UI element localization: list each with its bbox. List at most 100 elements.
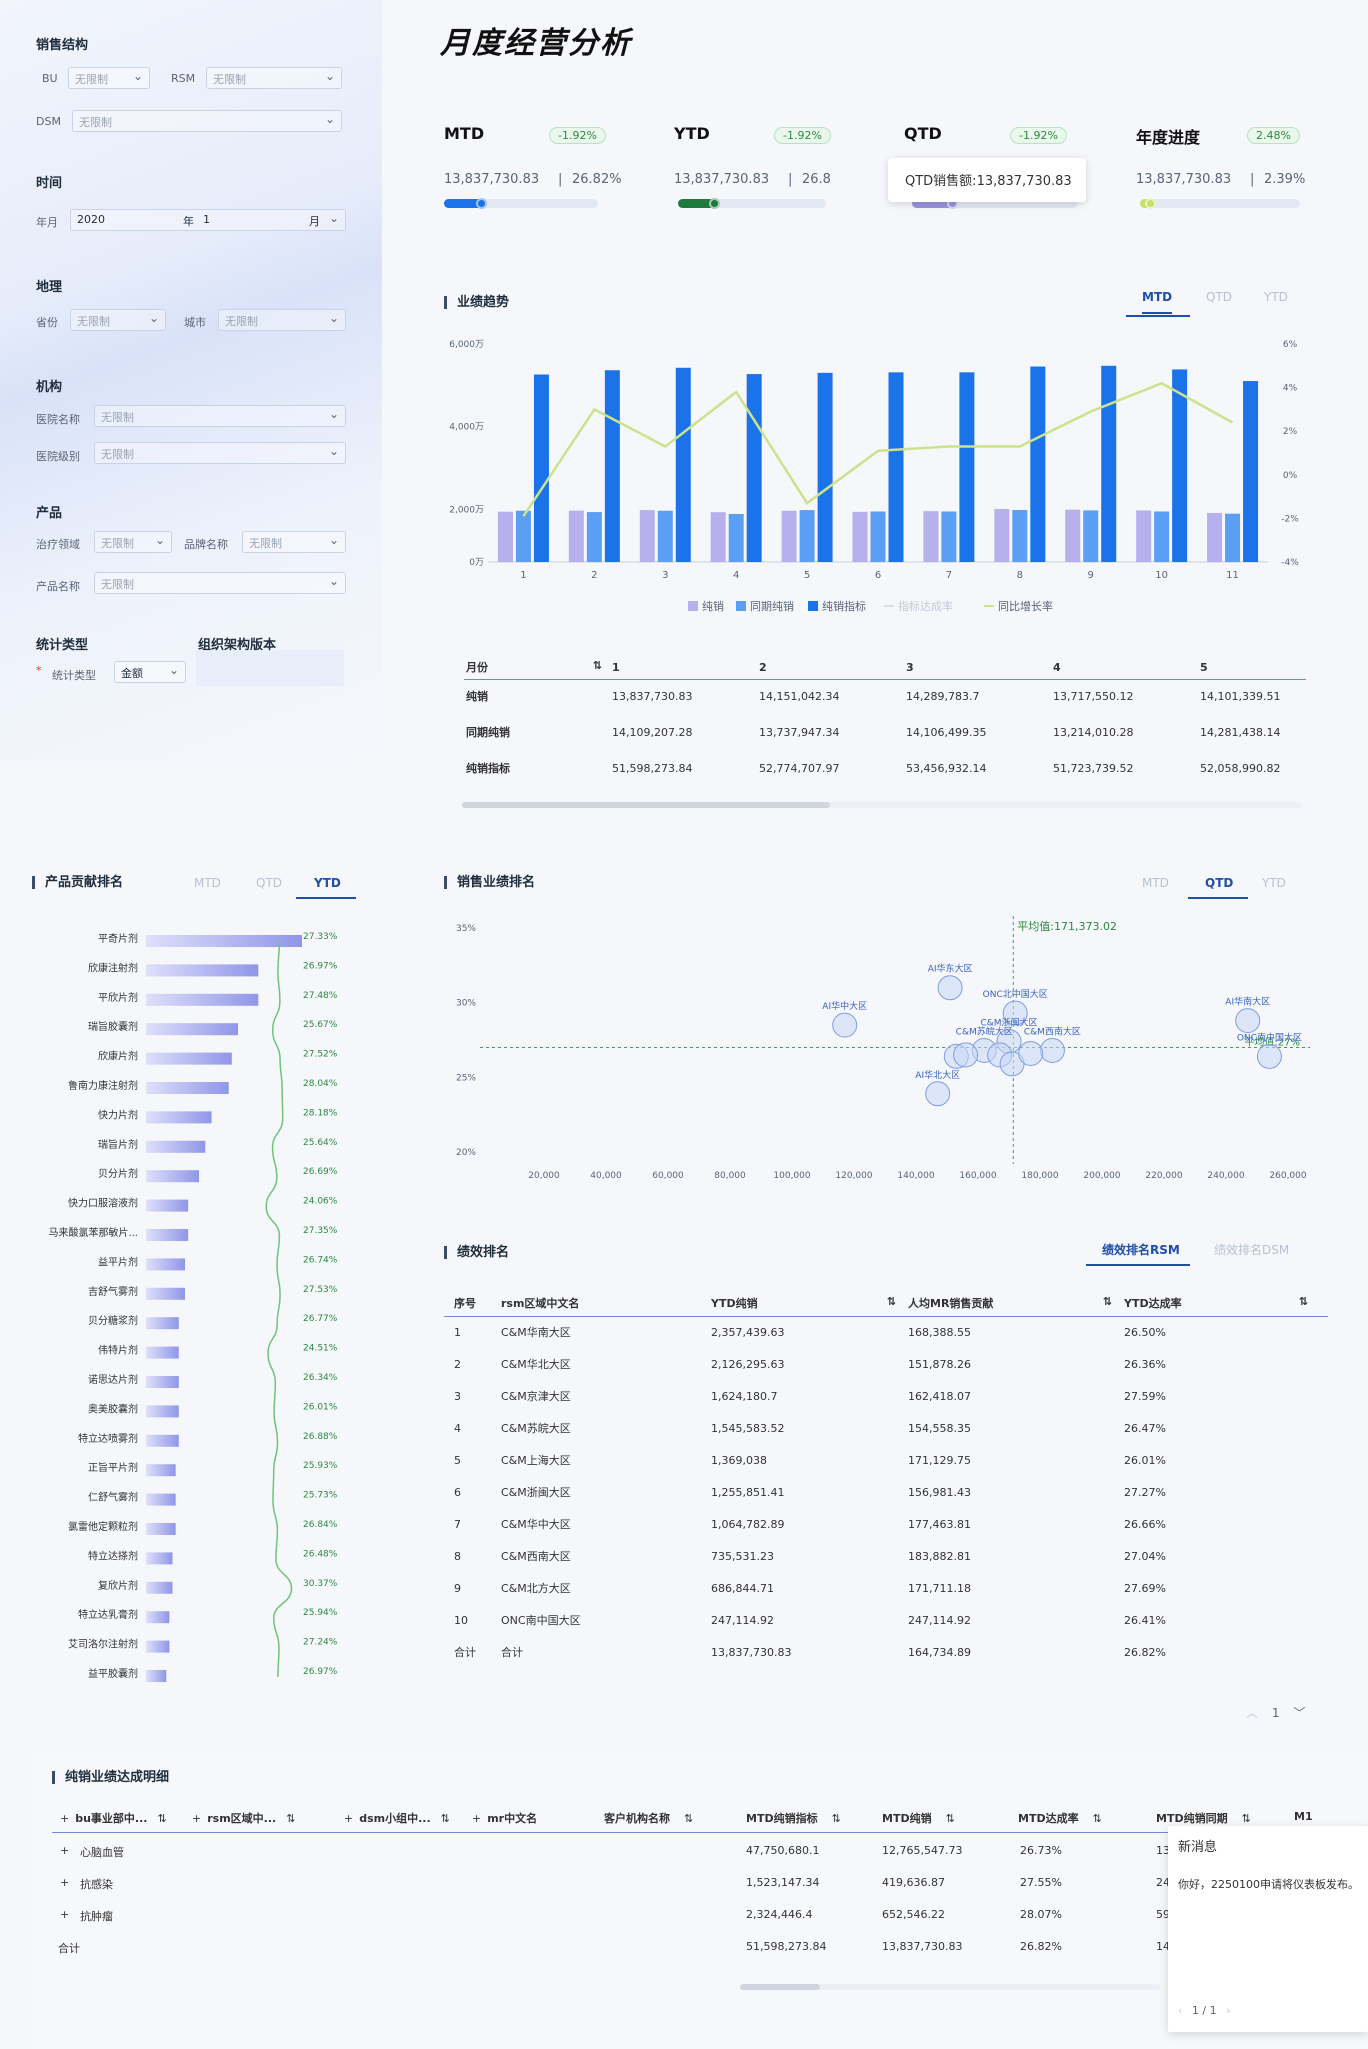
- chevron-left-icon[interactable]: ‹: [1178, 2004, 1182, 2017]
- trend-bar[interactable]: [1154, 511, 1170, 562]
- chevron-right-icon[interactable]: ›: [1226, 2004, 1230, 2017]
- expand-plus-icon[interactable]: +: [60, 1844, 69, 1857]
- year-month-select[interactable]: 2020 年 1 月 ⌄: [70, 209, 346, 231]
- trend-bar[interactable]: [1243, 381, 1259, 562]
- trend-bar[interactable]: [586, 512, 602, 562]
- table-row[interactable]: + 抗感染 1,523,147.34 419,636.87 27.55% 24: [52, 1876, 1170, 1896]
- trend-bar[interactable]: [657, 510, 673, 562]
- dsm-select[interactable]: 无限制 ⌄: [72, 110, 342, 132]
- product-bar[interactable]: [146, 1464, 176, 1477]
- page-number[interactable]: 1: [1272, 1706, 1280, 1720]
- trend-bar[interactable]: [515, 510, 531, 562]
- trend-bar[interactable]: [1172, 369, 1188, 562]
- product-bar[interactable]: [146, 1170, 200, 1183]
- tab-trend-ytd[interactable]: YTD: [1264, 290, 1288, 304]
- therapy-area-select[interactable]: 无限制 ⌄: [94, 531, 172, 553]
- expand-plus-icon[interactable]: +: [60, 1908, 69, 1921]
- trend-bar[interactable]: [923, 511, 939, 562]
- legend-item[interactable]: 指标达成率: [884, 598, 953, 614]
- product-bar[interactable]: [146, 1581, 173, 1594]
- trend-bar[interactable]: [781, 510, 797, 562]
- trend-bar[interactable]: [1207, 512, 1223, 562]
- sort-icon[interactable]: ⇅: [286, 1812, 295, 1825]
- product-bar[interactable]: [146, 1611, 170, 1624]
- trend-bar[interactable]: [497, 511, 513, 562]
- scatter-point[interactable]: [1018, 1040, 1044, 1066]
- table-row[interactable]: 3 C&M京津大区 1,624,180.7 162,418.07 27.59%: [454, 1380, 1328, 1412]
- scrollbar-thumb[interactable]: [462, 802, 830, 808]
- tab-sales-ytd[interactable]: YTD: [1262, 876, 1286, 890]
- trend-bar[interactable]: [568, 510, 584, 562]
- product-bar[interactable]: [146, 1523, 176, 1535]
- product-bar[interactable]: [146, 1287, 185, 1300]
- trend-bar[interactable]: [728, 513, 744, 562]
- table-row[interactable]: 6 C&M浙闽大区 1,255,851.41 156,981.43 27.27%: [454, 1476, 1328, 1508]
- sort-icon[interactable]: ⇅: [946, 1812, 955, 1825]
- trend-bar[interactable]: [1012, 510, 1028, 562]
- org-version-select[interactable]: [196, 650, 344, 686]
- hospital-name-select[interactable]: 无限制 ⌄: [94, 405, 346, 427]
- table-row[interactable]: 合计 合计 13,837,730.83 164,734.89 26.82%: [454, 1636, 1328, 1668]
- sort-icon[interactable]: ⇅: [1093, 1812, 1102, 1825]
- product-bar[interactable]: [146, 993, 259, 1006]
- trend-bar[interactable]: [941, 511, 957, 562]
- tab-sales-mtd[interactable]: MTD: [1142, 876, 1169, 890]
- table-row[interactable]: 10 ONC南中国大区 247,114.92 247,114.92 26.41%: [454, 1604, 1328, 1636]
- sort-icon[interactable]: ⇅: [887, 1295, 896, 1308]
- sort-icon[interactable]: ⇅: [593, 659, 602, 672]
- table-row[interactable]: 5 C&M上海大区 1,369,038 171,129.75 26.01%: [454, 1444, 1328, 1476]
- trend-bar[interactable]: [870, 511, 886, 562]
- city-select[interactable]: 无限制 ⌄: [218, 309, 346, 331]
- expand-plus-icon[interactable]: +: [344, 1812, 353, 1825]
- trend-bar[interactable]: [959, 372, 975, 562]
- tab-product-ytd[interactable]: YTD: [314, 876, 341, 898]
- product-bar[interactable]: [146, 1670, 167, 1682]
- bu-select[interactable]: 无限制 ⌄: [68, 67, 150, 89]
- scatter-point[interactable]: [1039, 1037, 1065, 1063]
- trend-bar[interactable]: [1083, 510, 1099, 562]
- sort-icon[interactable]: ⇅: [1299, 1295, 1308, 1308]
- product-bar[interactable]: [146, 1023, 239, 1036]
- trend-bar[interactable]: [533, 374, 549, 562]
- trend-bar[interactable]: [852, 511, 868, 562]
- table-row[interactable]: + 心脑血管 47,750,680.1 12,765,547.73 26.73% 13: [52, 1844, 1170, 1864]
- table-row[interactable]: 7 C&M华中大区 1,064,782.89 177,463.81 26.66%: [454, 1508, 1328, 1540]
- product-bar[interactable]: [146, 1111, 212, 1124]
- product-bar[interactable]: [146, 1434, 179, 1447]
- trend-bar[interactable]: [799, 510, 815, 562]
- tab-perf-dsm[interactable]: 绩效排名DSM: [1214, 1241, 1289, 1258]
- expand-plus-icon[interactable]: +: [60, 1812, 69, 1825]
- sort-icon[interactable]: ⇅: [441, 1812, 450, 1825]
- trend-bar[interactable]: [675, 367, 691, 562]
- scatter-point[interactable]: [1235, 1008, 1261, 1034]
- product-bar[interactable]: [146, 1346, 179, 1359]
- chevron-down-icon[interactable]: ﹀: [1293, 1706, 1305, 1720]
- message-body[interactable]: 你好，2250100申请将仪表板发布。: [1178, 1876, 1359, 1892]
- product-name-select[interactable]: 无限制 ⌄: [94, 572, 346, 594]
- product-bar[interactable]: [146, 1493, 176, 1506]
- tab-product-mtd[interactable]: MTD: [194, 876, 221, 890]
- product-bar[interactable]: [146, 1317, 179, 1330]
- sort-icon[interactable]: ⇅: [157, 1812, 166, 1825]
- sort-icon[interactable]: ⇅: [684, 1812, 693, 1825]
- table-row[interactable]: 合计 51,598,273.84 13,837,730.83 26.82% 14: [52, 1940, 1170, 1960]
- trend-bar[interactable]: [1136, 510, 1152, 562]
- tab-perf-rsm[interactable]: 绩效排名RSM: [1102, 1241, 1180, 1258]
- table-row[interactable]: 8 C&M西南大区 735,531.23 183,882.81 27.04%: [454, 1540, 1328, 1572]
- product-bar[interactable]: [146, 1258, 185, 1271]
- trend-bar[interactable]: [710, 512, 726, 562]
- tab-product-qtd[interactable]: QTD: [256, 876, 282, 890]
- legend-item[interactable]: 纯销指标: [808, 598, 866, 614]
- sort-icon[interactable]: ⇅: [1103, 1295, 1112, 1308]
- table-row[interactable]: + 抗肿瘤 2,324,446.4 652,546.22 28.07% 59: [52, 1908, 1170, 1928]
- table-row[interactable]: 2 C&M华北大区 2,126,295.63 151,878.26 26.36%: [454, 1348, 1328, 1380]
- trend-bar[interactable]: [604, 370, 620, 562]
- growth-rate-line[interactable]: [522, 381, 1234, 517]
- legend-item[interactable]: 同比增长率: [984, 598, 1053, 614]
- product-bar[interactable]: [146, 1552, 173, 1565]
- province-select[interactable]: 无限制 ⌄: [70, 309, 166, 331]
- product-bar[interactable]: [146, 1376, 179, 1388]
- trend-bar[interactable]: [888, 372, 904, 562]
- scatter-point[interactable]: [1256, 1043, 1282, 1069]
- expand-plus-icon[interactable]: +: [192, 1812, 201, 1825]
